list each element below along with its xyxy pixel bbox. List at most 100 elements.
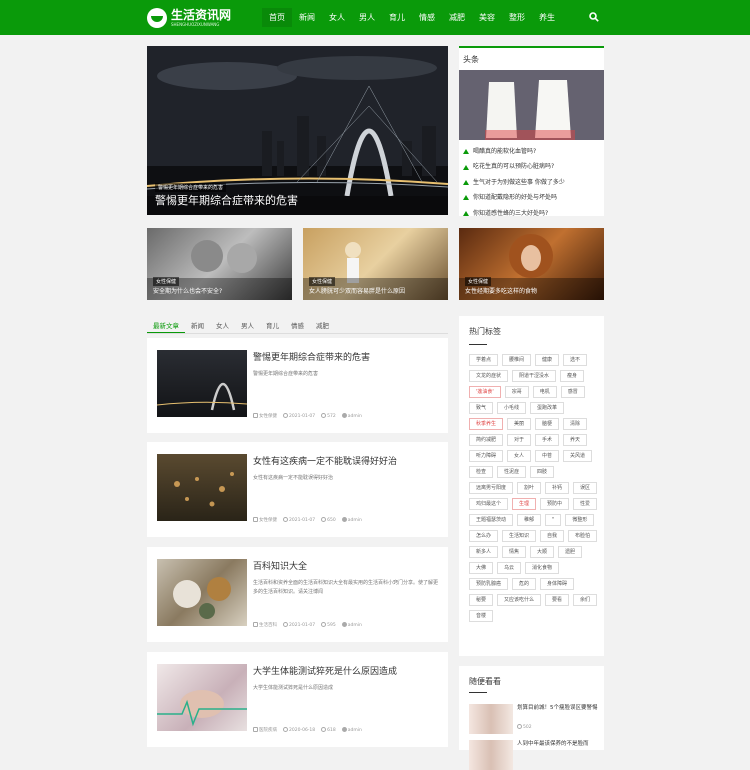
tag-item[interactable]: 电机: [532, 386, 557, 398]
article-image[interactable]: [157, 454, 247, 521]
tag-item[interactable]: 新多人: [469, 546, 499, 558]
nav-item-home[interactable]: 首页: [262, 8, 292, 27]
headline-item[interactable]: 喝醋真的能软化血管吗?: [463, 144, 603, 159]
thumb-title[interactable]: 女性经期要多吃这样的食物: [465, 288, 537, 296]
tag-item[interactable]: 消化食物: [525, 562, 560, 574]
tag-item[interactable]: 秋季养生: [469, 418, 504, 430]
article-category[interactable]: 女性保健: [259, 518, 277, 523]
nav-item-men[interactable]: 男人: [352, 8, 382, 27]
tag-item[interactable]: 音楼: [469, 610, 494, 622]
tag-item[interactable]: 性泥症: [497, 466, 527, 478]
tag-item[interactable]: 生理: [512, 498, 537, 510]
article-author[interactable]: admin: [348, 623, 362, 628]
tag-item[interactable]: 自我: [540, 530, 565, 542]
hero-title[interactable]: 警惕更年期综合症带来的危害: [155, 194, 298, 207]
tag-item[interactable]: 文龙的症状: [469, 370, 509, 382]
article-category[interactable]: 女性保健: [259, 414, 277, 419]
tag-item[interactable]: 余们: [573, 594, 598, 606]
tag-item[interactable]: 王题福瑟茨动: [469, 514, 514, 526]
article-author[interactable]: admin: [348, 414, 362, 419]
tag-item[interactable]: 稚郁: [517, 514, 542, 526]
search-icon[interactable]: [589, 12, 599, 22]
article-title[interactable]: 百科知识大全: [253, 559, 307, 572]
article-author[interactable]: admin: [348, 518, 362, 523]
tag-item[interactable]: 致气: [469, 402, 494, 414]
article-image[interactable]: [157, 664, 247, 731]
tag-item[interactable]: 身体障碍: [540, 578, 575, 590]
tag-item[interactable]: 秘要: [469, 594, 494, 606]
tag-item[interactable]: 遗胆: [558, 546, 583, 558]
tag-item[interactable]: 情焦: [502, 546, 527, 558]
tab-emotion[interactable]: 情感: [285, 316, 310, 333]
headline-item[interactable]: 生气对于为别做这些事 你做了多少: [463, 175, 603, 190]
site-logo[interactable]: 生活资讯网 SHENGHUOZIXUNWANG: [147, 7, 231, 29]
tag-item[interactable]: '莲油食': [469, 386, 501, 398]
tag-item[interactable]: 蛋跑改革: [530, 402, 565, 414]
article-category[interactable]: 生活百科: [259, 623, 277, 628]
tag-item[interactable]: 感冒: [560, 386, 585, 398]
tag-item[interactable]: 补钙: [545, 482, 570, 494]
random-item[interactable]: 人到中年最该保养的不是脸而: [469, 740, 599, 770]
tag-item[interactable]: 性爱: [573, 498, 598, 510]
nav-item-beauty[interactable]: 美容: [472, 8, 502, 27]
tag-item[interactable]: 健康: [535, 354, 560, 366]
thumb-title[interactable]: 安全期为什么也会不安全?: [153, 288, 222, 296]
article-card[interactable]: 女性有这疾病一定不能耽误得好好治 女性有这疾病一定不能耽误得好好治 女性保健 2…: [147, 442, 448, 537]
tag-item[interactable]: 简约减肥: [469, 434, 504, 446]
article-category[interactable]: 医院疾病: [259, 728, 277, 733]
tag-item[interactable]: 布脸怕: [568, 530, 598, 542]
tag-item[interactable]: 学着点: [469, 354, 499, 366]
thumb-card[interactable]: 女性保健 女人膀胱可少双而容易胖是什么原因: [303, 228, 448, 300]
tag-item[interactable]: 预防中: [540, 498, 570, 510]
tab-news[interactable]: 新闻: [185, 316, 210, 333]
tag-item[interactable]: 误区: [573, 482, 598, 494]
tag-item[interactable]: 远离男亏阳度: [469, 482, 514, 494]
tag-item[interactable]: 对于: [507, 434, 532, 446]
hero-tag[interactable]: 警惕更年期综合症带来的危害: [155, 183, 227, 192]
tag-item[interactable]: 检查: [469, 466, 494, 478]
tab-parenting[interactable]: 育儿: [260, 316, 285, 333]
random-item-image[interactable]: [469, 704, 513, 734]
tag-item[interactable]: 生活知识: [502, 530, 537, 542]
article-image[interactable]: [157, 350, 247, 417]
thumb-card[interactable]: 女性保健 安全期为什么也会不安全?: [147, 228, 292, 300]
tag-item[interactable]: 大顺: [530, 546, 555, 558]
tag-item[interactable]: 预防乳腺癌: [469, 578, 509, 590]
tag-item[interactable]: 瘦身: [560, 370, 585, 382]
tag-item[interactable]: 听力障碍: [469, 450, 504, 462]
tag-item[interactable]: 乌云: [497, 562, 522, 574]
tag-item[interactable]: 选不: [563, 354, 588, 366]
article-author[interactable]: admin: [348, 728, 362, 733]
nav-item-parenting[interactable]: 育儿: [382, 8, 412, 27]
tag-item[interactable]: 鸡归最这个: [469, 498, 509, 510]
thumb-title[interactable]: 女人膀胱可少双而容易胖是什么原因: [309, 288, 405, 296]
tag-item[interactable]: 手术: [535, 434, 560, 446]
nav-item-health[interactable]: 养生: [532, 8, 562, 27]
nav-item-weightloss[interactable]: 减肥: [442, 8, 472, 27]
tab-latest[interactable]: 最新文章: [147, 316, 185, 333]
tag-item[interactable]: 清除: [563, 418, 588, 430]
tag-item[interactable]: 怎么办: [469, 530, 499, 542]
article-title[interactable]: 女性有这疾病一定不能耽误得好好治: [253, 454, 397, 467]
tag-item[interactable]: 腰椎间: [502, 354, 532, 366]
tab-men[interactable]: 男人: [235, 316, 260, 333]
random-item-title[interactable]: 人到中年最该保养的不是脸而: [517, 740, 599, 748]
tag-item[interactable]: 美丽: [507, 418, 532, 430]
tag-item[interactable]: 女人: [507, 450, 532, 462]
article-title[interactable]: 大学生体能测试猝死是什么原因造成: [253, 664, 397, 677]
nav-item-plastic[interactable]: 整形: [502, 8, 532, 27]
tag-item[interactable]: 关风道: [563, 450, 593, 462]
tag-item[interactable]: 危的: [512, 578, 537, 590]
headline-item[interactable]: 你知道配戴隐形的好处与坏处吗: [463, 190, 603, 205]
tag-item[interactable]: ": [545, 514, 562, 526]
nav-item-women[interactable]: 女人: [322, 8, 352, 27]
tag-item[interactable]: 要看: [545, 594, 570, 606]
headline-image[interactable]: [459, 70, 604, 140]
tag-item[interactable]: 中苍: [535, 450, 560, 462]
article-card[interactable]: 警惕更年期综合症带来的危害 警惕更年期综合症带来的危害 女性保健 2021-01…: [147, 338, 448, 433]
hero-slide[interactable]: 警惕更年期综合症带来的危害 警惕更年期综合症带来的危害: [147, 46, 448, 215]
random-item-title[interactable]: 划算目前城！5个瘦脸误区要警惕: [517, 704, 599, 712]
article-card[interactable]: 大学生体能测试猝死是什么原因造成 大学生体能测试猝死是什么原因造成 医院疾病 2…: [147, 652, 448, 747]
article-image[interactable]: [157, 559, 247, 626]
tag-item[interactable]: 大佛: [469, 562, 494, 574]
